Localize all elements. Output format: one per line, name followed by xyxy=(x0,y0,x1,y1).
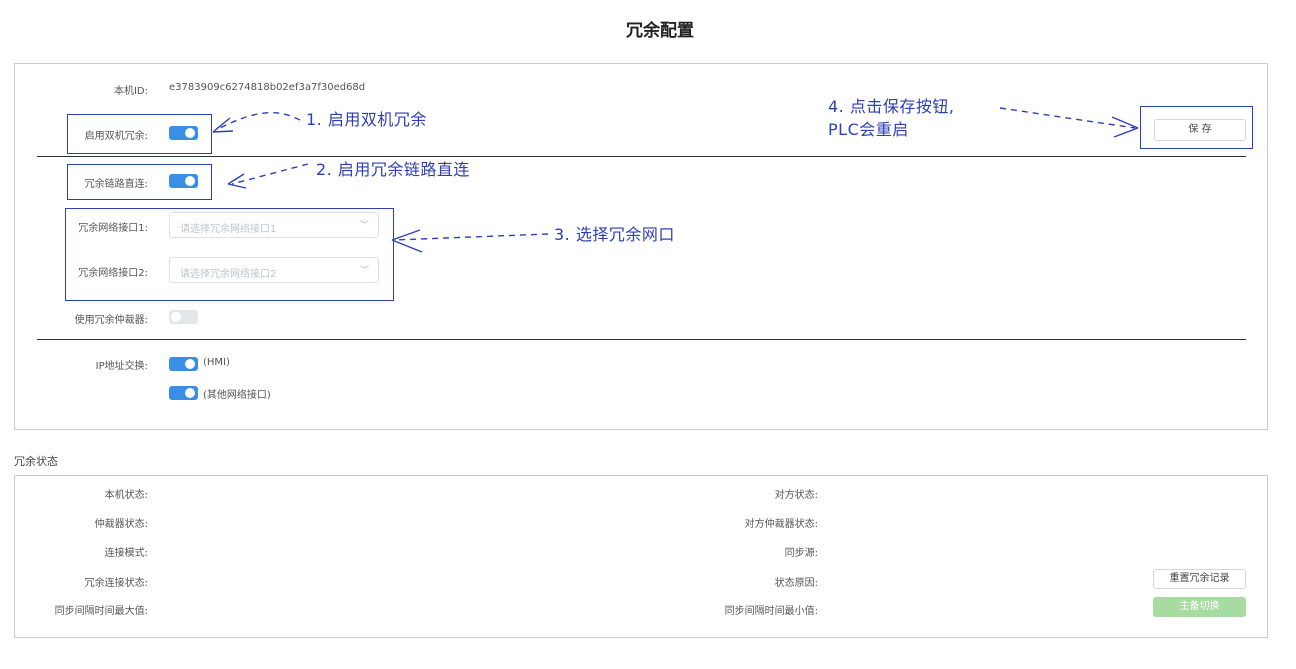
ip-swap-hmi-label: (HMI) xyxy=(203,357,230,368)
ip-swap-other-toggle[interactable] xyxy=(169,386,198,400)
divider xyxy=(37,156,1246,157)
annotation-step1: 1. 启用双机冗余 xyxy=(306,110,427,129)
redundancy-config-page: 冗余配置 本机ID: e3783909c6274818b02ef3a7f30ed… xyxy=(0,0,1296,669)
annotation-box-step1 xyxy=(67,114,212,154)
sync-interval-max-label: 同步间隔时间最大值: xyxy=(54,606,148,617)
ip-swap-label: IP地址交换: xyxy=(95,361,148,372)
device-id-label: 本机ID: xyxy=(113,86,148,97)
annotation-step4-line2: PLC会重启 xyxy=(828,120,909,139)
toggle-knob xyxy=(185,388,195,398)
annotation-step4-line1: 4. 点击保存按钮, xyxy=(828,97,955,116)
status-panel: 本机状态: 对方状态: 仲裁器状态: 对方仲裁器状态: 连接模式: 同步源: 冗… xyxy=(14,475,1268,638)
sync-source-label: 同步源: xyxy=(784,548,818,559)
annotation-box-step4 xyxy=(1140,106,1253,149)
state-reason-label: 状态原因: xyxy=(774,578,818,589)
redundancy-conn-state-label: 冗余连接状态: xyxy=(84,578,148,589)
ip-swap-hmi-toggle[interactable] xyxy=(169,357,198,371)
connection-mode-label: 连接模式: xyxy=(104,548,148,559)
annotation-box-step3 xyxy=(65,208,394,301)
arbiter-label: 使用冗余仲裁器: xyxy=(74,315,148,326)
annotation-step3: 3. 选择冗余网口 xyxy=(554,225,675,244)
divider xyxy=(37,339,1246,340)
sync-interval-min-label: 同步间隔时间最小值: xyxy=(724,606,818,617)
arbiter-toggle[interactable] xyxy=(169,310,198,324)
reset-record-button[interactable]: 重置冗余记录 xyxy=(1153,569,1246,589)
status-section-title: 冗余状态 xyxy=(14,455,58,468)
annotation-step2: 2. 启用冗余链路直连 xyxy=(316,160,470,179)
arbiter-state-label: 仲裁器状态: xyxy=(94,519,148,530)
annotation-box-step2 xyxy=(67,164,212,200)
ip-swap-other-label: (其他网络接口) xyxy=(203,390,271,401)
local-state-label: 本机状态: xyxy=(104,490,148,501)
peer-state-label: 对方状态: xyxy=(774,490,818,501)
device-id-value: e3783909c6274818b02ef3a7f30ed68d xyxy=(169,82,366,93)
toggle-knob xyxy=(185,359,195,369)
switchover-button[interactable]: 主备切换 xyxy=(1153,597,1246,617)
page-title: 冗余配置 xyxy=(626,21,694,41)
toggle-knob xyxy=(171,312,181,322)
peer-arbiter-state-label: 对方仲裁器状态: xyxy=(744,519,818,530)
